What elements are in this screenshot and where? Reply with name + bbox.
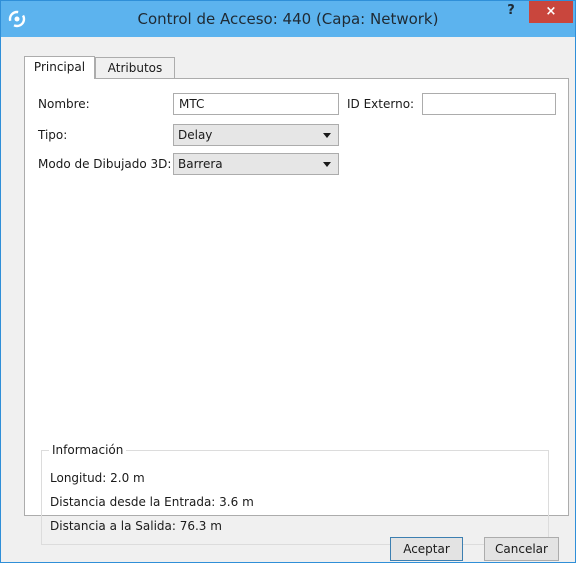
help-button[interactable]: ? (499, 3, 523, 23)
cancelar-button[interactable]: Cancelar (484, 537, 559, 561)
id-externo-field[interactable] (422, 93, 556, 115)
aceptar-button[interactable]: Aceptar (390, 537, 463, 561)
dialog-window: Control de Acceso: 440 (Capa: Network) ?… (0, 0, 576, 563)
tab-atributos[interactable]: Atributos (95, 57, 175, 78)
window-title: Control de Acceso: 440 (Capa: Network) (137, 10, 439, 28)
tipo-value: Delay (178, 128, 213, 142)
distancia-salida-text: Distancia a la Salida: 76.3 m (50, 519, 222, 533)
tab-principal[interactable]: Principal (24, 56, 95, 79)
chevron-down-icon (323, 133, 331, 138)
nombre-field[interactable]: MTC (173, 93, 339, 115)
tipo-select[interactable]: Delay (173, 124, 339, 146)
close-button[interactable]: × (529, 1, 573, 23)
chevron-down-icon (323, 162, 331, 167)
distancia-entrada-text: Distancia desde la Entrada: 3.6 m (50, 495, 254, 509)
tipo-label: Tipo: (38, 128, 68, 142)
nombre-label: Nombre: (38, 97, 90, 111)
modo-dibujado-label: Modo de Dibujado 3D: (38, 157, 172, 171)
tab-panel-principal: Nombre: MTC ID Externo: Tipo: Delay Modo… (24, 78, 569, 545)
title-bar[interactable]: Control de Acceso: 440 (Capa: Network) ?… (1, 1, 575, 37)
dialog-client: Principal Atributos Nombre: MTC ID Exter… (9, 37, 569, 561)
modo-dibujado-value: Barrera (178, 157, 223, 171)
info-group-title: Información (49, 443, 127, 457)
longitud-text: Longitud: 2.0 m (50, 471, 145, 485)
modo-dibujado-select[interactable]: Barrera (173, 153, 339, 175)
id-externo-label: ID Externo: (347, 97, 415, 111)
info-group: Información Longitud: 2.0 m Distancia de… (41, 443, 549, 545)
